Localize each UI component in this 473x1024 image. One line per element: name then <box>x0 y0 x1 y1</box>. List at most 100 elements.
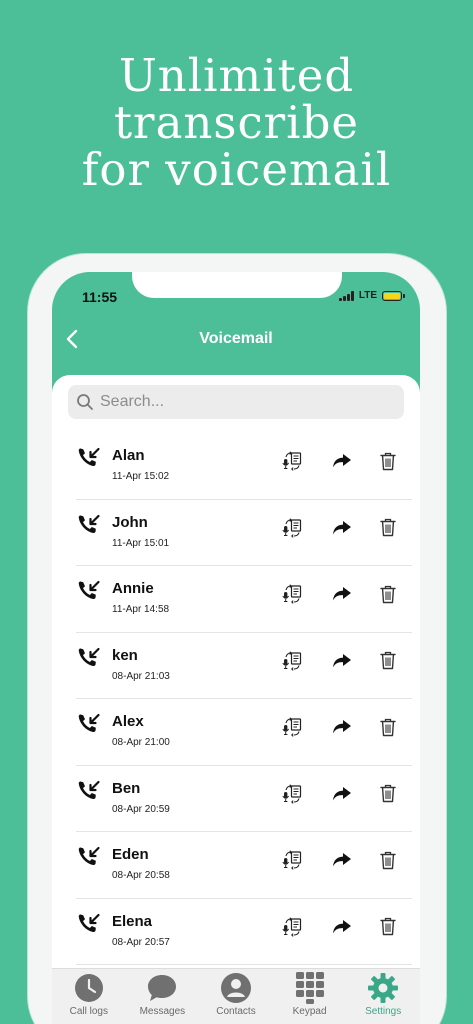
voicemail-row[interactable]: Annie 11-Apr 14:58 <box>76 566 412 633</box>
tab-label: Call logs <box>69 1006 108 1017</box>
headline: Unlimited transcribe for voicemail <box>0 52 473 193</box>
voicemail-row[interactable]: John 11-Apr 15:01 <box>76 500 412 566</box>
forward-icon <box>333 786 351 800</box>
voicemail-time: 11-Apr 15:02 <box>112 471 170 482</box>
voicemail-row[interactable]: ken 08-Apr 21:03 <box>76 633 412 699</box>
incoming-call-icon <box>78 514 100 533</box>
transcribe-icon <box>282 517 302 538</box>
transcribe-icon <box>282 650 302 671</box>
delete-button[interactable] <box>376 715 400 739</box>
voicemail-time: 11-Apr 15:01 <box>112 537 170 549</box>
voicemail-time: 08-Apr 21:00 <box>112 737 170 748</box>
headline-line-2: transcribe <box>113 96 360 149</box>
forward-button[interactable] <box>330 715 354 739</box>
notch <box>132 272 342 298</box>
forward-button[interactable] <box>330 582 354 606</box>
incoming-call-icon <box>78 780 100 799</box>
trash-icon <box>380 851 396 869</box>
search-input[interactable] <box>100 393 380 411</box>
phone-screen: 11:55 LTE Voicemail Alan 11-Apr 15:02 <box>52 272 420 1024</box>
transcribe-button[interactable] <box>280 915 304 939</box>
trash-icon <box>380 718 396 736</box>
delete-button[interactable] <box>376 516 400 540</box>
caller-name: Alex <box>112 713 144 730</box>
status-time: 11:55 <box>82 289 118 305</box>
voicemail-time: 08-Apr 21:03 <box>112 670 170 682</box>
voicemail-row[interactable]: Alex 08-Apr 21:00 <box>76 699 412 766</box>
transcribe-icon <box>282 717 302 737</box>
voicemail-row[interactable]: Alan 11-Apr 15:02 <box>76 433 412 500</box>
tab-label: Messages <box>139 1006 186 1017</box>
forward-button[interactable] <box>330 449 354 473</box>
trash-icon <box>380 585 396 603</box>
forward-button[interactable] <box>330 848 354 872</box>
delete-button[interactable] <box>376 848 400 872</box>
battery-icon <box>382 290 405 301</box>
search-icon <box>77 394 93 410</box>
headline-line-3: for voicemail <box>81 143 392 196</box>
caller-name: Eden <box>112 846 149 863</box>
caller-name: Ben <box>112 779 141 797</box>
delete-button[interactable] <box>376 449 400 473</box>
gear-icon <box>367 972 399 1004</box>
voicemail-card: Alan 11-Apr 15:02 <box>52 375 420 1024</box>
forward-icon <box>333 653 351 667</box>
voicemail-time: 08-Apr 20:57 <box>112 936 170 948</box>
forward-icon <box>333 720 351 734</box>
incoming-call-icon <box>78 580 100 600</box>
incoming-call-icon <box>78 913 100 932</box>
trash-icon <box>380 917 396 936</box>
forward-icon <box>333 520 351 534</box>
transcribe-button[interactable] <box>280 582 304 606</box>
transcribe-button[interactable] <box>280 649 304 673</box>
headline-line-1: Unlimited <box>118 49 355 102</box>
network-label: LTE <box>358 290 377 301</box>
tab-messages[interactable]: Messages <box>126 969 200 1024</box>
forward-button[interactable] <box>330 915 354 939</box>
forward-button[interactable] <box>330 649 354 673</box>
delete-button[interactable] <box>376 582 400 606</box>
caller-name: John <box>112 513 148 531</box>
forward-icon <box>333 454 351 468</box>
forward-icon <box>333 853 351 867</box>
transcribe-button[interactable] <box>280 715 304 739</box>
delete-button[interactable] <box>376 649 400 673</box>
voicemail-time: 11-Apr 14:58 <box>112 604 170 615</box>
caller-name: Alan <box>112 447 145 464</box>
search-bar[interactable] <box>68 385 404 419</box>
tab-settings[interactable]: Settings <box>346 969 420 1024</box>
forward-button[interactable] <box>330 516 354 540</box>
transcribe-button[interactable] <box>280 848 304 872</box>
delete-button[interactable] <box>376 915 400 939</box>
tab-label: Settings <box>365 1006 402 1017</box>
tab-label: Keypad <box>292 1006 327 1017</box>
caller-name: Annie <box>112 580 154 597</box>
trash-icon <box>380 784 396 803</box>
voicemail-row[interactable]: Ben 08-Apr 20:59 <box>76 766 412 832</box>
transcribe-button[interactable] <box>280 449 304 473</box>
signal-icon <box>338 290 354 301</box>
transcribe-button[interactable] <box>280 516 304 540</box>
incoming-call-icon <box>78 713 100 733</box>
forward-icon <box>333 919 351 933</box>
page-title: Voicemail <box>199 330 273 347</box>
voicemail-list: Alan 11-Apr 15:02 John 11-Apr 15:01 Anni… <box>76 433 412 965</box>
trash-icon <box>380 452 396 470</box>
tab-contacts[interactable]: Contacts <box>199 969 273 1024</box>
forward-button[interactable] <box>330 782 354 806</box>
transcribe-icon <box>282 850 302 870</box>
trash-icon <box>380 518 396 537</box>
voicemail-row[interactable]: Eden 08-Apr 20:58 <box>76 832 412 899</box>
tab-call-logs[interactable]: Call logs <box>52 969 126 1024</box>
tab-keypad[interactable]: Keypad <box>273 969 347 1024</box>
voicemail-row[interactable]: Elena 08-Apr 20:57 <box>76 899 412 965</box>
person-icon <box>220 972 252 1004</box>
keypad-icon <box>294 972 326 1004</box>
incoming-call-icon <box>78 447 100 467</box>
delete-button[interactable] <box>376 782 400 806</box>
clock-icon <box>73 972 105 1004</box>
chat-bubble-icon <box>146 972 178 1004</box>
transcribe-icon <box>282 584 302 604</box>
tab-bar: Call logs Messages Contacts Keypad Settings <box>52 968 420 1024</box>
transcribe-button[interactable] <box>280 782 304 806</box>
